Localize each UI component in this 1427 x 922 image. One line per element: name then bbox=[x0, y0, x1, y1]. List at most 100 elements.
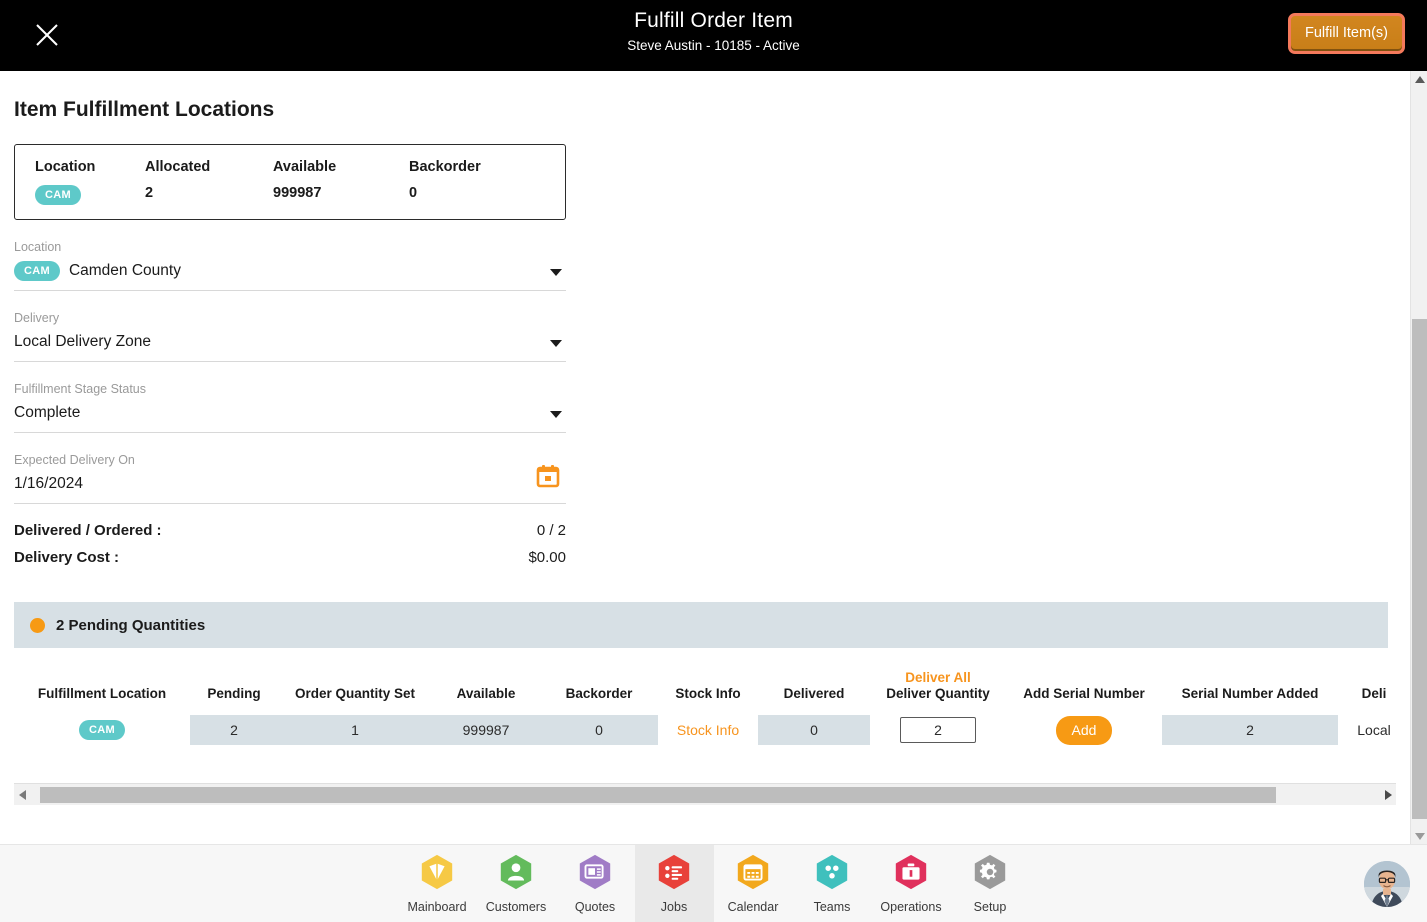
avatar[interactable] bbox=[1364, 861, 1410, 907]
col-fulfillment-location: Fulfillment Location bbox=[37, 686, 167, 701]
summary-header-available: Available bbox=[273, 159, 337, 175]
col-available: Available bbox=[456, 686, 516, 701]
cell-order-quantity-set-value: 1 bbox=[278, 715, 432, 745]
page-vertical-scrollbar[interactable] bbox=[1410, 71, 1427, 844]
nav-label-teams: Teams bbox=[813, 900, 851, 914]
col-pending: Pending bbox=[207, 686, 261, 701]
scroll-left-arrow-icon[interactable] bbox=[14, 784, 31, 806]
delivered-ordered-row: Delivered / Ordered : 0 / 2 bbox=[14, 522, 566, 539]
horizontal-scroll-thumb[interactable] bbox=[40, 787, 1276, 803]
cell-delivered: 0 bbox=[758, 715, 870, 745]
deliver-quantity-input[interactable] bbox=[900, 717, 976, 743]
quotes-icon bbox=[576, 853, 614, 896]
scroll-down-arrow-icon[interactable] bbox=[1411, 827, 1427, 844]
scroll-right-arrow-icon[interactable] bbox=[1379, 784, 1396, 806]
cell-backorder-value: 0 bbox=[540, 715, 658, 745]
cell-deliver-quantity bbox=[870, 715, 1006, 745]
cell-serial-number-added: 2 bbox=[1162, 715, 1338, 745]
add-serial-number-button[interactable]: Add bbox=[1055, 715, 1113, 745]
expected-delivery-date-field[interactable]: Expected Delivery On 1/16/2024 bbox=[14, 451, 566, 504]
chevron-down-icon[interactable] bbox=[550, 340, 562, 347]
table-horizontal-scrollbar[interactable] bbox=[14, 783, 1396, 805]
fulfillment-stage-status-select-field[interactable]: Fulfillment Stage Status Complete bbox=[14, 380, 566, 433]
fulfill-order-item-screen: Fulfill Order Item Steve Austin - 10185 … bbox=[0, 0, 1427, 922]
nav-item-operations[interactable]: Operations bbox=[872, 845, 951, 922]
summary-header-row: Location Allocated Available Backorder bbox=[15, 159, 565, 175]
col-delivered: Delivered bbox=[783, 686, 845, 701]
cell-pending: 2 bbox=[190, 715, 278, 745]
nav-item-customers[interactable]: Customers bbox=[477, 845, 556, 922]
summary-available-value: 999987 bbox=[273, 185, 322, 201]
fulfillment-summary-box: Location Allocated Available Backorder C… bbox=[14, 144, 566, 220]
nav-item-teams[interactable]: Teams bbox=[793, 845, 872, 922]
top-header-bar: Fulfill Order Item Steve Austin - 10185 … bbox=[0, 0, 1427, 71]
customer-subtitle: Steve Austin - 10185 - Active bbox=[627, 38, 800, 53]
nav-item-calendar[interactable]: Calendar bbox=[714, 845, 793, 922]
scroll-up-arrow-icon[interactable] bbox=[1411, 71, 1427, 88]
cell-available: 999987 bbox=[432, 715, 540, 745]
nav-label-quotes: Quotes bbox=[574, 900, 616, 914]
fulfillment-table: Fulfillment Location Pending Order Quant… bbox=[14, 648, 1410, 745]
bottom-navigation-bar: Mainboard Customers Quotes Jobs Calendar… bbox=[0, 844, 1427, 922]
summary-backorder-value: 0 bbox=[409, 185, 418, 201]
stock-info-link[interactable]: Stock Info bbox=[677, 722, 739, 738]
cell-backorder: 0 bbox=[540, 715, 658, 745]
nav-label-calendar: Calendar bbox=[727, 900, 779, 914]
col-deliver-quantity-label: Deliver Quantity bbox=[886, 686, 990, 701]
pending-quantities-text: 2 Pending Quantities bbox=[56, 616, 206, 634]
expected-delivery-label: Expected Delivery On bbox=[14, 453, 135, 467]
deliver-all-link[interactable]: Deliver All bbox=[870, 670, 1006, 685]
nav-item-setup[interactable]: Setup bbox=[951, 845, 1030, 922]
gear-icon bbox=[971, 853, 1009, 896]
nav-item-jobs[interactable]: Jobs bbox=[634, 845, 714, 922]
bottom-nav-items: Mainboard Customers Quotes Jobs Calendar… bbox=[0, 845, 1427, 922]
cell-delivery-value: Local bbox=[1357, 722, 1391, 738]
col-order-quantity-set: Order Quantity Set bbox=[294, 686, 416, 701]
vertical-scroll-thumb[interactable] bbox=[1412, 319, 1427, 819]
header-titles: Fulfill Order Item Steve Austin - 10185 … bbox=[0, 8, 1427, 56]
delivery-field-label: Delivery bbox=[14, 311, 60, 325]
cell-fulfillment-location: CAM bbox=[14, 715, 190, 745]
col-add-serial-number: Add Serial Number bbox=[1023, 686, 1145, 701]
delivery-cost-label: Delivery Cost : bbox=[14, 549, 120, 566]
mainboard-icon bbox=[418, 853, 456, 896]
location-field-badge: CAM bbox=[14, 261, 60, 281]
jobs-list-icon bbox=[655, 853, 693, 896]
cell-delivery: Local bbox=[1338, 715, 1410, 745]
col-delivery-truncated: Deli bbox=[1361, 686, 1387, 701]
location-select-field[interactable]: Location CAM Camden County bbox=[14, 238, 566, 291]
fulfill-items-button[interactable]: Fulfill Item(s) bbox=[1288, 13, 1405, 54]
col-stock-info: Stock Info bbox=[675, 686, 741, 701]
cell-add-serial-number: Add bbox=[1006, 715, 1162, 745]
chevron-down-icon[interactable] bbox=[550, 269, 562, 276]
stage-status-field-label: Fulfillment Stage Status bbox=[14, 382, 147, 396]
delivery-field-value: Local Delivery Zone bbox=[14, 333, 151, 350]
cell-serial-number-added-value: 2 bbox=[1162, 715, 1338, 745]
location-field-value: Camden County bbox=[68, 262, 181, 279]
briefcase-icon bbox=[892, 853, 930, 896]
location-badge: CAM bbox=[35, 185, 81, 205]
cell-pending-value: 2 bbox=[190, 715, 278, 745]
summary-header-backorder: Backorder bbox=[409, 159, 481, 175]
delivered-ordered-value: 0 / 2 bbox=[536, 522, 566, 539]
location-field-value-wrap: CAM Camden County bbox=[14, 260, 566, 282]
nav-item-mainboard[interactable]: Mainboard bbox=[398, 845, 477, 922]
summary-data-row: CAM 2 999987 0 bbox=[15, 185, 565, 205]
cell-available-value: 999987 bbox=[432, 715, 540, 745]
chevron-down-icon[interactable] bbox=[550, 411, 562, 418]
teams-icon bbox=[813, 853, 851, 896]
summary-header-allocated: Allocated bbox=[145, 159, 211, 175]
calendar-icon[interactable] bbox=[536, 464, 560, 493]
status-dot-icon bbox=[30, 617, 45, 633]
summary-allocated-value: 2 bbox=[145, 185, 154, 201]
main-content: Item Fulfillment Locations Location Allo… bbox=[0, 71, 1410, 844]
delivery-cost-value: $0.00 bbox=[528, 549, 566, 566]
page-title: Fulfill Order Item bbox=[634, 9, 793, 32]
nav-item-quotes[interactable]: Quotes bbox=[556, 845, 635, 922]
cell-stock-info: Stock Info bbox=[658, 715, 758, 745]
row-location-badge: CAM bbox=[79, 720, 125, 740]
delivery-select-field[interactable]: Delivery Local Delivery Zone bbox=[14, 309, 566, 362]
expected-delivery-value: 1/16/2024 bbox=[14, 475, 83, 492]
person-icon bbox=[497, 853, 535, 896]
nav-label-customers: Customers bbox=[485, 900, 547, 914]
